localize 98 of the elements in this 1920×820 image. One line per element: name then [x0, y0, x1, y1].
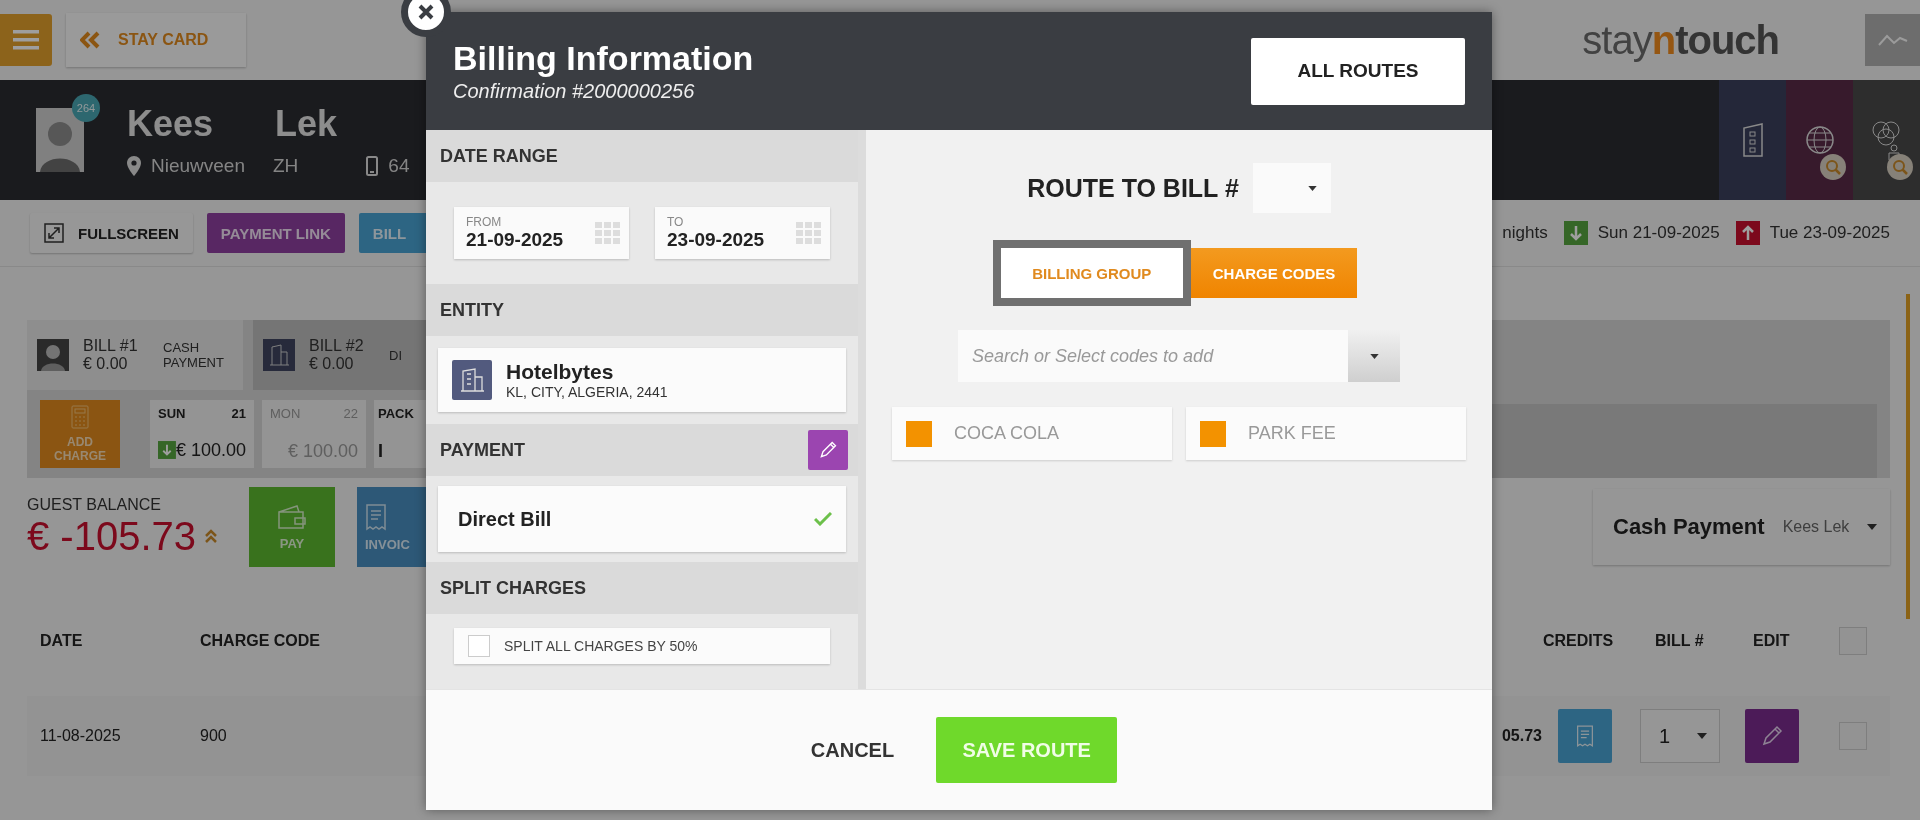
- double-chevron-up-icon: [204, 528, 219, 544]
- charge-code-search-field[interactable]: Search or Select codes to add: [958, 330, 1348, 382]
- column-header: BILL #: [1655, 632, 1704, 650]
- fullscreen-button[interactable]: FULLSCREEN: [30, 213, 193, 253]
- company-card[interactable]: [1719, 80, 1786, 200]
- payment-link-button[interactable]: PAYMENT LINK: [206, 213, 345, 253]
- section-heading: DATE RANGE: [440, 145, 558, 167]
- section-heading: ENTITY: [440, 299, 504, 321]
- from-date-field[interactable]: FROM 21-09-2025: [454, 207, 629, 259]
- charge-code-item[interactable]: PARK FEE: [1186, 407, 1466, 460]
- back-button[interactable]: STAY CARD: [66, 13, 246, 67]
- charge-code-item[interactable]: COCA COLA: [892, 407, 1172, 460]
- caret-icon: [1369, 353, 1379, 359]
- bill-type: CASH PAYMENT: [163, 340, 225, 370]
- dialog-title: Billing Information: [453, 39, 754, 78]
- confirmation-number: Confirmation #2000000256: [453, 80, 696, 103]
- close-icon: [417, 3, 435, 21]
- logo: stayntouch: [1582, 17, 1779, 63]
- payment-method-card[interactable]: Direct Bill: [438, 486, 846, 552]
- entity-name: Hotelbytes: [506, 360, 615, 384]
- bill-select[interactable]: 1: [1640, 709, 1720, 763]
- edit-button[interactable]: [1745, 709, 1799, 763]
- day-card[interactable]: SUN 21 € 100.00: [150, 400, 254, 468]
- column-header: DATE: [40, 632, 83, 650]
- split-checkbox[interactable]: [468, 635, 490, 657]
- calculator-icon: [71, 405, 89, 429]
- travel-agent-card[interactable]: [1786, 80, 1853, 200]
- day-date: 21: [231, 406, 246, 421]
- building-icon: [263, 339, 295, 371]
- search-icon: [1820, 154, 1846, 180]
- bill-number: BILL #2: [309, 337, 365, 355]
- group-card[interactable]: [1853, 80, 1920, 200]
- section-heading: SPLIT CHARGES: [440, 577, 586, 599]
- guest-last-name: Lek: [275, 103, 338, 145]
- receipt-icon: [365, 502, 387, 531]
- table-cell: 900: [200, 727, 227, 745]
- receipt-button[interactable]: [1558, 709, 1612, 763]
- package-value: I: [378, 441, 383, 462]
- location-pin-icon: [127, 156, 141, 176]
- wallet-icon: [277, 503, 307, 530]
- double-chevron-icon: [80, 31, 100, 49]
- bill-tab[interactable]: BILL #1 € 0.00 CASH PAYMENT: [27, 320, 243, 390]
- guest-avatar: [37, 339, 69, 371]
- globe-icon: [1804, 125, 1835, 155]
- stay-count-badge: 264: [72, 94, 100, 122]
- payment-selector[interactable]: Cash Payment Kees Lek: [1593, 489, 1890, 565]
- search-icon: [1887, 154, 1913, 180]
- receipt-icon: [1576, 724, 1594, 748]
- edit-button[interactable]: [808, 430, 848, 470]
- departure-date: Tue 23-09-2025: [1769, 223, 1890, 243]
- balance-amount: € -105.73: [27, 513, 197, 559]
- departure-icon: [1735, 221, 1760, 245]
- section-heading: PAYMENT: [440, 439, 526, 461]
- guest-first-name: Kees: [127, 103, 214, 145]
- expand-icon: [44, 223, 64, 243]
- entity-address: KL, CITY, ALGERIA, 2441: [506, 384, 668, 400]
- cancel-button[interactable]: CANCEL: [800, 728, 905, 772]
- column-header: CHARGE CODE: [200, 632, 320, 650]
- nights-label: nights: [1502, 223, 1548, 243]
- to-date-field[interactable]: TO 23-09-2025: [655, 207, 830, 259]
- day-amount: € 100.00: [175, 439, 246, 461]
- split-option-label: SPLIT ALL CHARGES BY 50%: [504, 638, 698, 654]
- bill-amount: € 0.00: [83, 355, 129, 373]
- bill-amount: € 0.00: [309, 355, 355, 373]
- menu-icon: [13, 29, 39, 51]
- table-cell: 11-08-2025: [40, 727, 121, 745]
- day-name: SUN: [158, 406, 186, 421]
- arrival-date: Sun 21-09-2025: [1597, 223, 1720, 243]
- phone-icon: [366, 156, 379, 176]
- all-routes-button[interactable]: ALL ROUTES: [1251, 37, 1465, 105]
- building-icon: [1741, 123, 1764, 157]
- route-type-tab[interactable]: CHARGE CODES: [1190, 248, 1358, 298]
- bill-number: BILL #1: [83, 337, 139, 355]
- pay-button[interactable]: PAY: [249, 487, 335, 567]
- calendar-icon: [595, 222, 621, 244]
- column-header: EDIT: [1753, 632, 1790, 650]
- caret-icon: [1307, 185, 1317, 191]
- caret-icon: [1867, 524, 1878, 530]
- line-chart-icon: [1877, 32, 1908, 48]
- guest-city: Nieuwveen: [151, 155, 245, 177]
- bill-type: DI: [389, 347, 403, 363]
- caret-icon: [1697, 733, 1707, 739]
- arrival-icon: [1563, 221, 1588, 245]
- pencil-icon: [1760, 724, 1784, 748]
- column-header: CREDITS: [1543, 632, 1614, 650]
- route-label: ROUTE TO BILL #: [1027, 173, 1239, 203]
- table-cell: 05.73: [1501, 727, 1542, 745]
- calendar-icon: [796, 222, 822, 244]
- balance-label: GUEST BALANCE: [27, 495, 162, 514]
- chart-button[interactable]: [1865, 14, 1920, 66]
- package-label: PACK: [378, 406, 414, 421]
- menu-button[interactable]: [0, 14, 52, 66]
- guest-phone: 64: [388, 155, 410, 177]
- pencil-icon: [818, 440, 838, 460]
- entity-card[interactable]: Hotelbytes KL, CITY, ALGERIA, 2441: [438, 348, 846, 412]
- building-icon: [452, 360, 492, 400]
- select-all-checkbox[interactable]: [1839, 627, 1867, 655]
- guest-region: ZH: [273, 155, 299, 177]
